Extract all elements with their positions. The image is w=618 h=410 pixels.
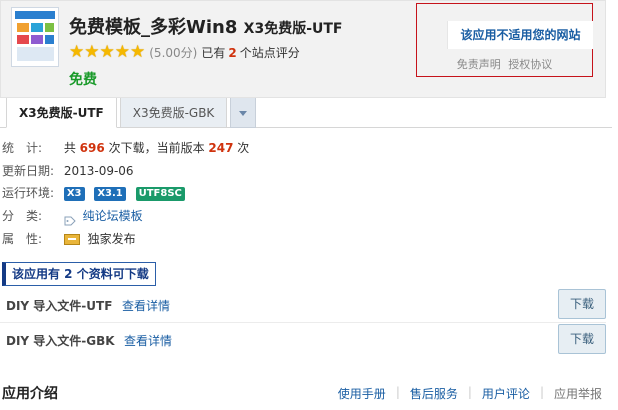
download-item: DIY 导入文件-GBK 查看详情 下载 xyxy=(6,324,606,356)
attribute-row: 属 性: 独家发布 xyxy=(2,229,136,249)
intro-links: 使用手册 | 售后服务 | 用户评论 | 应用举报 xyxy=(338,385,602,402)
app-header: 免费模板_多彩Win8 X3免费版-UTF ★ ★ ★ ★ ★ (5.00分) … xyxy=(0,0,606,98)
exclusive-badge-icon xyxy=(63,234,80,245)
license-link[interactable]: 授权协议 xyxy=(508,58,552,71)
rating-count: 2 xyxy=(228,45,237,60)
app-name: 免费模板_多彩Win8 xyxy=(69,17,238,38)
star-icon: ★ xyxy=(99,41,115,62)
view-details-link[interactable]: 查看详情 xyxy=(122,297,170,314)
notice-links: 免责声明 授权协议 xyxy=(417,56,592,72)
app-title: 免费模板_多彩Win8 X3免费版-UTF xyxy=(69,13,342,39)
tabs-dropdown-button[interactable] xyxy=(230,98,257,128)
download-button[interactable]: 下载 xyxy=(558,324,606,354)
report-link[interactable]: 应用举报 xyxy=(554,385,602,402)
app-thumbnail-icon[interactable] xyxy=(11,7,59,67)
edition-tabs: X3免费版-UTF X3免费版-GBK xyxy=(6,98,257,128)
star-icon: ★ xyxy=(69,41,85,62)
stats-row: 统 计: 共 696 次下载，当前版本 247 次 xyxy=(2,138,249,158)
separator: | xyxy=(539,385,544,399)
env-label: 运行环境: xyxy=(2,186,55,200)
attribute-label: 属 性: xyxy=(2,232,43,246)
download-item-name: DIY 导入文件-GBK xyxy=(6,334,115,348)
separator: | xyxy=(467,385,472,399)
notice-box: 该应用不适用您的网站 免责声明 授权协议 xyxy=(416,3,593,77)
updated-row: 更新日期: 2013-09-06 xyxy=(2,161,134,181)
rating-summary: 已有 2 个站点评分 xyxy=(201,45,300,60)
user-reviews-link[interactable]: 用户评论 xyxy=(482,385,530,402)
divider xyxy=(0,322,606,323)
star-icon: ★ xyxy=(114,41,130,62)
download-button[interactable]: 下载 xyxy=(558,289,606,319)
rating-row: ★ ★ ★ ★ ★ (5.00分) 已有 2 个站点评分 xyxy=(69,43,300,61)
app-edition: X3免费版-UTF xyxy=(243,21,343,37)
attribute-value: 独家发布 xyxy=(87,232,136,246)
env-badge-x3: X3 xyxy=(63,186,85,201)
intro-heading: 应用介绍 xyxy=(2,386,58,402)
stats-label: 统 计: xyxy=(2,141,43,155)
download-item-name: DIY 导入文件-UTF xyxy=(6,299,113,313)
download-item: DIY 导入文件-UTF 查看详情 下载 xyxy=(6,289,606,321)
not-applicable-link[interactable]: 该应用不适用您的网站 xyxy=(447,21,593,49)
version-download-count: 247 xyxy=(208,141,234,155)
price-label: 免费 xyxy=(69,72,97,88)
category-label: 分 类: xyxy=(2,209,43,223)
disclaimer-link[interactable]: 免责声明 xyxy=(457,58,501,71)
tab-x3-gbk[interactable]: X3免费版-GBK xyxy=(119,98,228,128)
separator: | xyxy=(395,385,400,399)
downloads-title: 该应用有 2 个资料可下载 xyxy=(2,262,156,286)
download-count: 696 xyxy=(79,141,105,155)
updated-label: 更新日期: xyxy=(2,164,55,178)
tag-icon xyxy=(64,212,76,225)
caret-down-icon xyxy=(239,111,248,116)
star-icon: ★ xyxy=(84,41,100,62)
env-row: 运行环境: X3 X3.1 UTF8SC xyxy=(2,183,191,203)
tab-x3-utf[interactable]: X3免费版-UTF xyxy=(6,98,117,128)
rating-score: (5.00分) xyxy=(149,45,198,60)
category-link[interactable]: 纯论坛模板 xyxy=(83,209,143,223)
rating-stars: ★ ★ ★ ★ ★ xyxy=(69,41,146,62)
updated-date: 2013-09-06 xyxy=(63,164,134,178)
star-icon: ★ xyxy=(130,41,146,62)
view-details-link[interactable]: 查看详情 xyxy=(124,332,172,349)
env-badge-x31: X3.1 xyxy=(94,186,126,201)
category-row: 分 类: 纯论坛模板 xyxy=(2,206,143,226)
after-sales-link[interactable]: 售后服务 xyxy=(410,385,458,402)
env-badge-utf8sc: UTF8SC xyxy=(135,186,185,201)
manual-link[interactable]: 使用手册 xyxy=(338,385,386,402)
